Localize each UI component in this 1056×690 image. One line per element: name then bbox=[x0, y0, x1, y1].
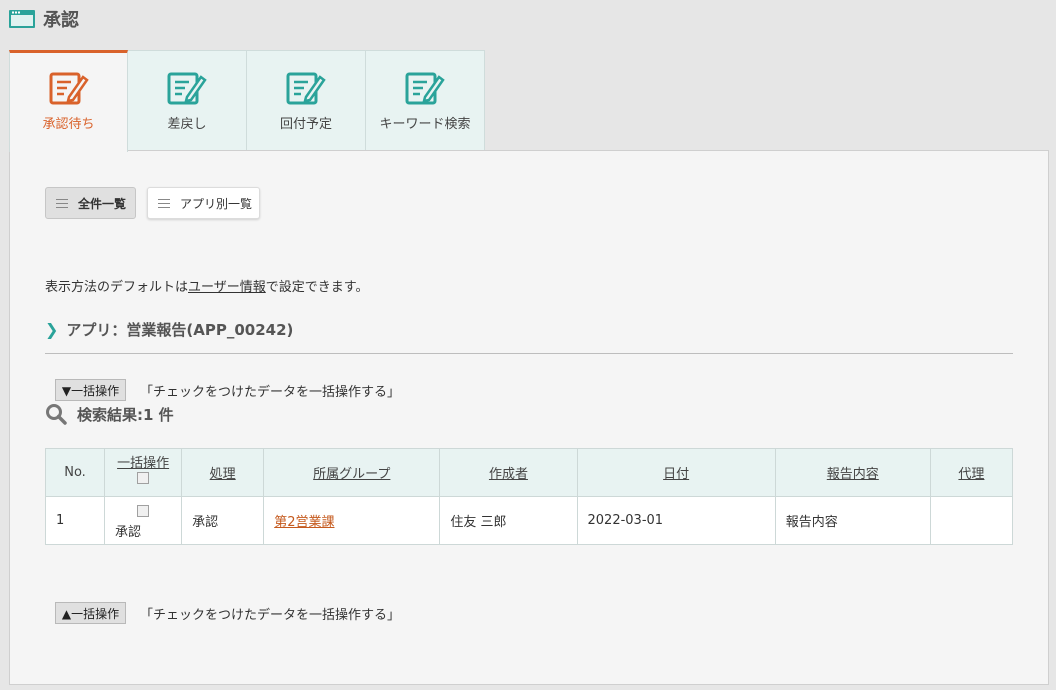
divider bbox=[45, 353, 1013, 354]
tab-label: 回付予定 bbox=[279, 117, 332, 132]
results-table: No. 一括操作 処理 所属グループ 作成者 日付 報告内容 代理 1 承認 承… bbox=[44, 448, 1014, 545]
header-date[interactable]: 日付 bbox=[576, 448, 776, 497]
tab-label: 差戻し bbox=[167, 117, 207, 132]
by-app-list-label: アプリ別一覧 bbox=[180, 196, 253, 211]
edit-icon bbox=[167, 72, 207, 105]
cell-action: 承認 bbox=[181, 496, 265, 545]
tab-bar: 承認待ち 差戻し 回付予定 キーワード検索 bbox=[9, 50, 485, 152]
table-header-row: No. 一括操作 処理 所属グループ 作成者 日付 報告内容 代理 bbox=[44, 448, 1014, 497]
cell-no: 1 bbox=[44, 496, 106, 545]
info-suffix: で設定できます。 bbox=[265, 280, 369, 295]
header-bulk: 一括操作 bbox=[104, 448, 183, 497]
page-title: 承認 bbox=[43, 10, 79, 31]
page-header: 承認 bbox=[9, 6, 79, 32]
cell-group: 第2営業課 bbox=[263, 496, 441, 545]
tab-pending[interactable]: 承認待ち bbox=[9, 50, 128, 152]
header-proxy[interactable]: 代理 bbox=[929, 448, 1014, 497]
select-all-checkbox[interactable] bbox=[137, 472, 150, 484]
list-icon bbox=[158, 198, 170, 208]
default-view-info: 表示方法のデフォルトはユーザー情報で設定できます。 bbox=[45, 276, 368, 295]
app-heading[interactable]: ❯ アプリ：営業報告(APP_00242) bbox=[45, 319, 293, 340]
search-result-label: 検索結果:1 件 bbox=[77, 405, 174, 424]
tab-scheduled[interactable]: 回付予定 bbox=[247, 50, 366, 151]
group-link[interactable]: 第2営業課 bbox=[274, 515, 334, 530]
cell-bulk: 承認 bbox=[104, 496, 183, 545]
all-list-label: 全件一覧 bbox=[78, 196, 127, 211]
edit-icon bbox=[405, 72, 445, 105]
bulk-operation-button-top[interactable]: ▼一括操作 bbox=[55, 379, 126, 401]
tab-label: キーワード検索 bbox=[379, 117, 471, 132]
content-panel: 全件一覧 アプリ別一覧 表示方法のデフォルトはユーザー情報で設定できます。 ❯ … bbox=[9, 150, 1049, 685]
cell-author: 住友 三郎 bbox=[439, 496, 578, 545]
table-row[interactable]: 1 承認 承認 第2営業課 住友 三郎 2022-03-01 報告内容 bbox=[44, 496, 1014, 545]
cell-date: 2022-03-01 bbox=[576, 496, 776, 545]
tab-returned[interactable]: 差戻し bbox=[128, 50, 247, 151]
search-icon bbox=[46, 404, 67, 425]
header-group[interactable]: 所属グループ bbox=[263, 448, 441, 497]
bulk-operation-button-bottom[interactable]: ▲一括操作 bbox=[55, 602, 126, 624]
list-icon bbox=[56, 198, 68, 208]
bulk-operation-desc: 「チェックをつけたデータを一括操作する」 bbox=[140, 607, 401, 623]
by-app-list-button[interactable]: アプリ別一覧 bbox=[147, 187, 260, 219]
cell-proxy bbox=[929, 496, 1014, 545]
all-list-button[interactable]: 全件一覧 bbox=[45, 187, 136, 219]
bulk-operation-top: ▼一括操作 「チェックをつけたデータを一括操作する」 bbox=[55, 379, 400, 401]
tab-label: 承認待ち bbox=[42, 117, 95, 132]
header-no: No. bbox=[44, 448, 106, 497]
edit-icon bbox=[286, 72, 326, 105]
header-report[interactable]: 報告内容 bbox=[774, 448, 931, 497]
search-result-title: 検索結果:1 件 bbox=[45, 403, 174, 425]
user-info-link[interactable]: ユーザー情報 bbox=[188, 280, 266, 295]
header-author[interactable]: 作成者 bbox=[439, 448, 578, 497]
bulk-operation-bottom: ▲一括操作 「チェックをつけたデータを一括操作する」 bbox=[55, 602, 400, 624]
row-bulk-label: 承認 bbox=[115, 525, 142, 540]
window-icon bbox=[9, 10, 35, 28]
header-bulk-label[interactable]: 一括操作 bbox=[117, 456, 169, 471]
tab-keyword-search[interactable]: キーワード検索 bbox=[366, 50, 485, 151]
info-prefix: 表示方法のデフォルトは bbox=[45, 280, 189, 295]
chevron-right-icon: ❯ bbox=[45, 320, 59, 339]
edit-icon bbox=[49, 72, 89, 105]
cell-report: 報告内容 bbox=[774, 496, 931, 545]
bulk-operation-desc: 「チェックをつけたデータを一括操作する」 bbox=[140, 384, 401, 400]
row-checkbox[interactable] bbox=[137, 505, 150, 517]
app-heading-label: アプリ：営業報告(APP_00242) bbox=[66, 321, 294, 339]
header-action[interactable]: 処理 bbox=[181, 448, 265, 497]
